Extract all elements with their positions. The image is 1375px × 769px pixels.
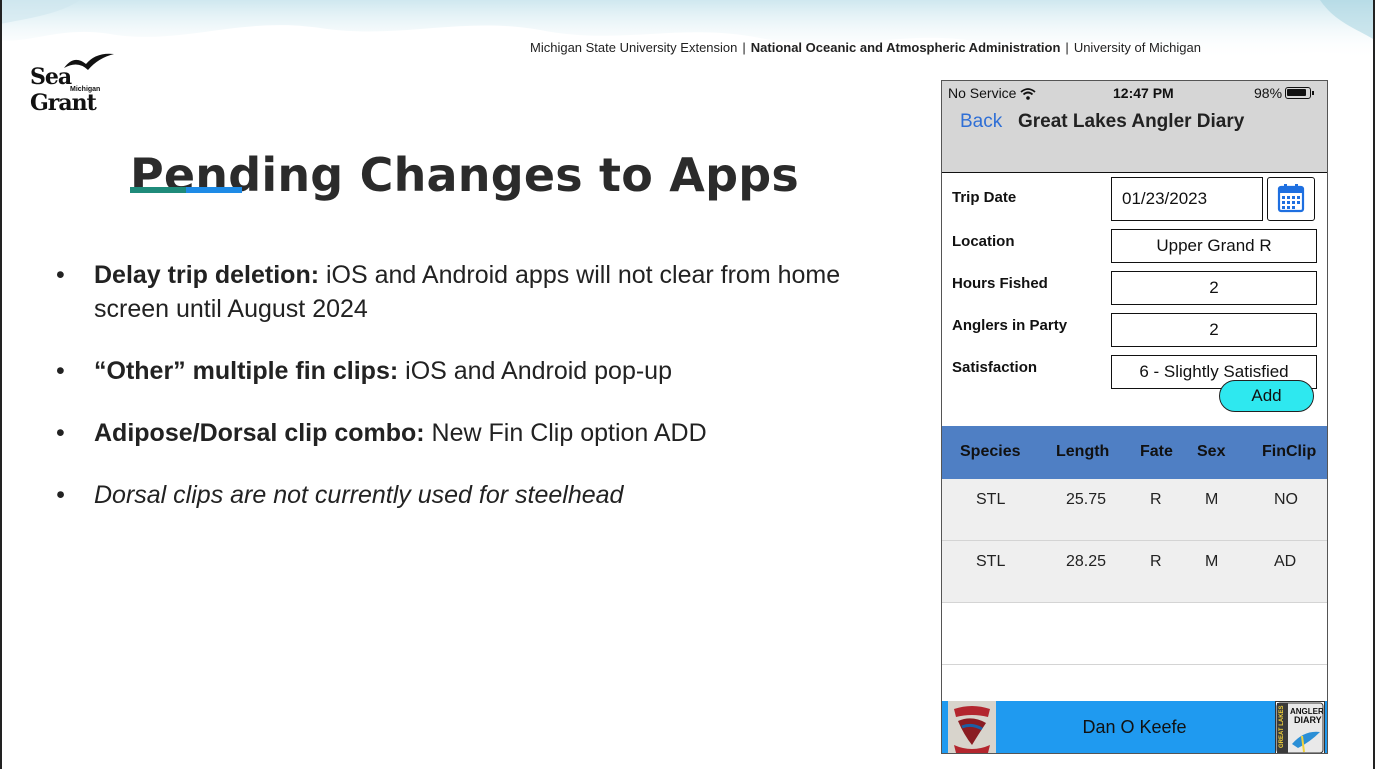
bullet-dot: •: [56, 357, 65, 385]
trip-date-label: Trip Date: [952, 189, 1017, 206]
nav-bar: Back Great Lakes Angler Diary: [942, 105, 1327, 173]
affiliation-noaa: National Oceanic and Atmospheric Adminis…: [750, 40, 1061, 55]
bullet-bold: Delay trip deletion:: [94, 261, 320, 289]
title-underline: [130, 187, 242, 193]
hours-fished-label: Hours Fished: [952, 275, 1048, 292]
bullet-dot: •: [56, 481, 65, 509]
cell-fate: R: [1150, 553, 1162, 570]
cell-sex: M: [1205, 553, 1219, 570]
logo-side-text: GREAT LAKES: [1279, 705, 1285, 748]
wifi-icon: [1020, 88, 1037, 100]
table-row-empty: [942, 665, 1327, 701]
anglers-label: Anglers in Party: [952, 317, 1068, 334]
anglers-field[interactable]: 2: [1111, 313, 1317, 347]
bullet-bold: Adipose/Dorsal clip combo:: [94, 419, 425, 447]
trip-date-field[interactable]: 01/23/2023: [1111, 177, 1263, 221]
cell-species: STL: [976, 553, 1006, 570]
bullet-dot: •: [56, 261, 65, 289]
slide-title: Pending Changes to Apps: [130, 148, 799, 202]
affiliation-msue: Michigan State University Extension: [530, 40, 738, 55]
catch-table-header: Species Length Fate Sex FinClip: [942, 426, 1327, 479]
status-bar: No Service 12:47 PM 98%: [942, 81, 1327, 105]
cell-sex: M: [1205, 491, 1219, 508]
bullet-list: • Delay trip deletion: iOS and Android ap…: [56, 258, 876, 540]
bullet-dot: •: [56, 419, 65, 447]
back-button[interactable]: Back: [960, 111, 1002, 133]
status-service: No Service: [948, 85, 1037, 101]
battery-icon: [1285, 87, 1315, 99]
hours-fished-field[interactable]: 2: [1111, 271, 1317, 305]
slide: Sea Grant Michigan Michigan State Univer…: [0, 0, 1375, 769]
location-label: Location: [952, 233, 1015, 250]
underline-blue: [186, 187, 242, 193]
bullet-text: iOS and Android pop-up: [398, 357, 672, 385]
affiliations: Michigan State University Extension | Nati…: [530, 40, 1201, 55]
cell-species: STL: [976, 491, 1006, 508]
bullet-item: • “Other” multiple fin clips: iOS and And…: [56, 354, 876, 388]
cell-length: 25.75: [1066, 491, 1107, 508]
cell-finclip: AD: [1274, 553, 1297, 570]
location-field[interactable]: Upper Grand R: [1111, 229, 1317, 263]
cell-length: 28.25: [1066, 553, 1107, 570]
battery-percent: 98%: [1254, 85, 1283, 101]
status-battery: 98%: [1254, 85, 1315, 101]
bullet-text: New Fin Clip option ADD: [424, 419, 707, 447]
col-sex: Sex: [1197, 443, 1226, 460]
phone-screenshot: No Service 12:47 PM 98% Back Great Lakes…: [941, 80, 1328, 754]
col-length: Length: [1056, 443, 1110, 460]
nav-title: Great Lakes Angler Diary: [1018, 111, 1245, 132]
frame-left: [0, 0, 2, 769]
col-species: Species: [960, 443, 1021, 460]
bullet-item: • Delay trip deletion: iOS and Android ap…: [56, 258, 876, 326]
affiliation-separator: |: [742, 40, 746, 55]
calendar-button[interactable]: [1267, 177, 1315, 221]
bullet-item: • Adipose/Dorsal clip combo: New Fin Clip…: [56, 416, 876, 450]
angler-diary-logo-image: GREAT LAKES ANGLER DIARY: [1276, 702, 1324, 753]
footer-bar: Dan O Keefe GREAT LAKES ANGLER DIARY: [942, 701, 1327, 753]
table-row-empty: [942, 603, 1327, 665]
status-time: 12:47 PM: [1113, 85, 1174, 101]
satisfaction-label: Satisfaction: [952, 359, 1038, 376]
sea-grant-logo: Sea Grant Michigan: [30, 50, 130, 116]
logo-sub: Michigan: [70, 86, 101, 93]
col-finclip: FinClip: [1262, 443, 1317, 460]
affiliation-umich: University of Michigan: [1073, 40, 1201, 55]
bullet-item: • Dorsal clips are not currently used for…: [56, 478, 876, 512]
logo-line2: DIARY: [1294, 715, 1322, 725]
underline-teal: [130, 187, 186, 193]
cell-fate: R: [1150, 491, 1162, 508]
angler-diary-logo[interactable]: GREAT LAKES ANGLER DIARY: [1275, 701, 1325, 753]
calendar-icon: [1277, 184, 1305, 213]
affiliation-separator: |: [1065, 40, 1069, 55]
cell-finclip: NO: [1274, 491, 1298, 508]
table-row[interactable]: STL 28.25 R M AD: [942, 541, 1327, 603]
user-name: Dan O Keefe: [1082, 717, 1187, 737]
col-fate: Fate: [1140, 443, 1173, 460]
service-label: No Service: [948, 85, 1017, 101]
add-button[interactable]: Add: [1219, 380, 1314, 412]
bullet-text: Dorsal clips are not currently used for …: [94, 481, 624, 509]
table-row[interactable]: STL 25.75 R M NO: [942, 479, 1327, 541]
bullet-bold: “Other” multiple fin clips:: [94, 357, 399, 385]
